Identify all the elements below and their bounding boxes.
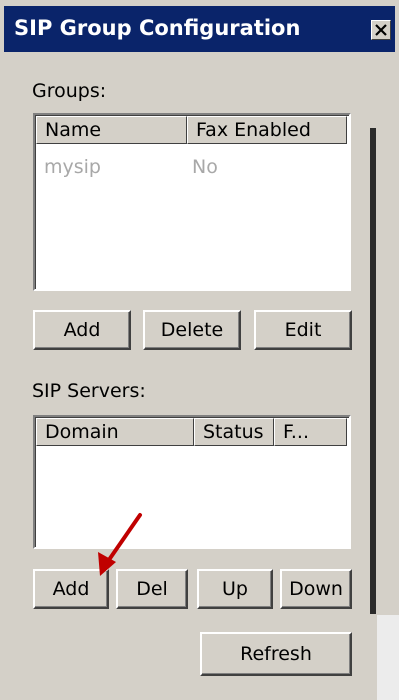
group-name-cell: mysip (44, 156, 101, 178)
servers-add-button[interactable]: Add (33, 569, 109, 609)
groups-column-name[interactable]: Name (36, 116, 187, 144)
window-title: SIP Group Configuration (14, 16, 301, 40)
vertical-divider (370, 128, 376, 614)
group-fax-enabled-cell: No (192, 156, 218, 178)
servers-del-button[interactable]: Del (116, 569, 188, 609)
groups-column-fax-enabled[interactable]: Fax Enabled (187, 116, 347, 144)
servers-column-domain[interactable]: Domain (36, 418, 194, 446)
servers-down-button[interactable]: Down (280, 569, 352, 609)
groups-label: Groups: (32, 80, 107, 102)
title-bar: SIP Group Configuration (4, 6, 395, 52)
sip-servers-list[interactable]: Domain Status F... (33, 415, 351, 549)
servers-column-fax[interactable]: F... (274, 418, 347, 446)
servers-up-button[interactable]: Up (197, 569, 273, 609)
groups-edit-button[interactable]: Edit (254, 310, 352, 350)
close-button[interactable] (371, 20, 391, 40)
background-strip (377, 615, 399, 700)
sip-servers-label: SIP Servers: (32, 380, 146, 402)
sip-group-configuration-dialog: SIP Group Configuration Groups: Name Fax… (0, 0, 399, 700)
table-row[interactable]: mysip No (36, 152, 349, 182)
groups-add-button[interactable]: Add (33, 310, 131, 350)
servers-column-status[interactable]: Status (194, 418, 274, 446)
groups-delete-button[interactable]: Delete (143, 310, 241, 350)
servers-refresh-button[interactable]: Refresh (200, 632, 352, 676)
close-icon (375, 24, 387, 36)
groups-list[interactable]: Name Fax Enabled mysip No (33, 113, 351, 291)
